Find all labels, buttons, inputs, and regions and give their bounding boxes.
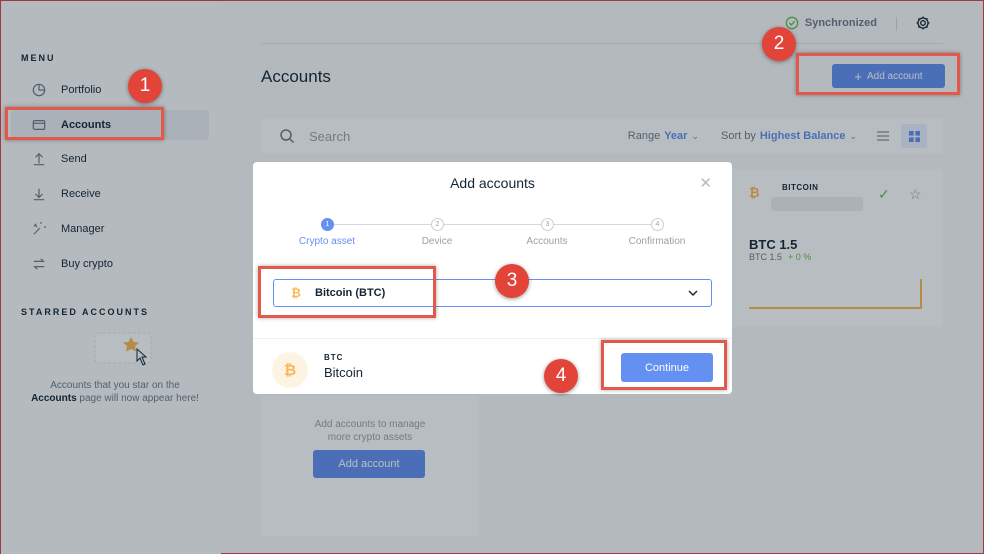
highlight-add-account bbox=[796, 53, 960, 95]
step-1-label: Crypto asset bbox=[298, 236, 356, 247]
step-connector bbox=[444, 224, 545, 225]
step-2-label: Device bbox=[421, 236, 453, 247]
step-2-indicator: 2 bbox=[431, 218, 444, 231]
step-3-indicator: 3 bbox=[541, 218, 554, 231]
modal-title: Add accounts bbox=[450, 175, 535, 191]
step-3-label: Accounts bbox=[526, 236, 568, 247]
highlight-continue bbox=[601, 340, 727, 390]
step-1-indicator: 1 bbox=[321, 218, 334, 231]
highlight-accounts bbox=[5, 107, 164, 140]
highlight-asset-select bbox=[258, 266, 436, 318]
step-connector bbox=[554, 224, 655, 225]
step-connector bbox=[334, 224, 435, 225]
step-badge-4: 4 bbox=[544, 359, 578, 393]
bitcoin-icon: ₿ bbox=[272, 352, 308, 388]
step-4-indicator: 4 bbox=[651, 218, 664, 231]
stepper: 1 2 3 4 Crypto asset Device Accounts Con… bbox=[253, 218, 732, 258]
asset-name: Bitcoin bbox=[324, 365, 364, 380]
step-badge-2: 2 bbox=[762, 27, 796, 61]
close-icon[interactable]: ✕ bbox=[699, 174, 712, 192]
asset-ticker: BTC bbox=[324, 353, 344, 362]
step-4-label: Confirmation bbox=[628, 236, 686, 247]
chevron-down-icon bbox=[688, 290, 698, 296]
step-badge-1: 1 bbox=[128, 69, 162, 103]
step-badge-3: 3 bbox=[495, 264, 529, 298]
